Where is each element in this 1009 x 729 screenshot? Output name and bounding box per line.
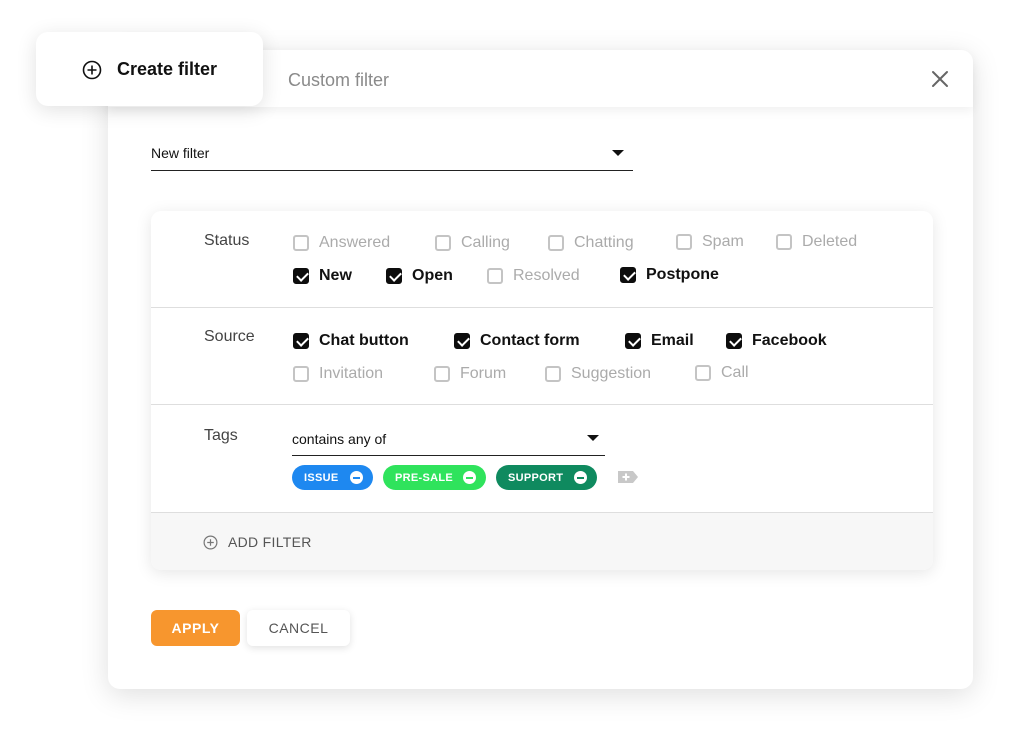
plus-circle-icon	[82, 60, 102, 80]
status-resolved-checkbox[interactable]: Resolved	[487, 267, 580, 285]
checkbox-label: Open	[412, 267, 453, 284]
plus-circle-icon	[203, 535, 218, 549]
filter-name-value: New filter	[151, 145, 210, 161]
checkbox-box[interactable]	[487, 268, 503, 284]
add-filter-section: ADD FILTER	[151, 513, 933, 570]
checkbox-box[interactable]	[454, 333, 470, 349]
checkbox-label: Call	[721, 364, 749, 381]
modal-title: Custom filter	[288, 70, 390, 90]
checkbox-label: Resolved	[513, 267, 580, 284]
checkbox-box[interactable]	[776, 234, 792, 250]
status-open-checkbox[interactable]: Open	[386, 267, 453, 285]
filter-name-select[interactable]: New filter	[151, 135, 633, 171]
source-invitation-checkbox[interactable]: Invitation	[293, 365, 383, 383]
checkbox-box[interactable]	[695, 365, 711, 381]
source-section: Source Chat button Contact form Email Fa…	[151, 308, 933, 405]
checkbox-label: Postpone	[646, 266, 719, 283]
create-filter-tab[interactable]: Create filter	[36, 32, 263, 106]
tag-chip: SUPPORT	[496, 465, 597, 490]
filter-criteria-card: Status Answered Calling Chatting Spam De…	[151, 211, 933, 570]
tags-condition-select[interactable]: contains any of	[292, 421, 605, 456]
remove-tag-icon[interactable]	[574, 471, 587, 484]
checkbox-label: Contact form	[480, 332, 580, 349]
checkbox-label: New	[319, 267, 352, 284]
checkbox-label: Calling	[461, 234, 510, 251]
checkbox-label: Chat button	[319, 332, 409, 349]
add-filter-button[interactable]: ADD FILTER	[203, 534, 312, 550]
tag-chip: ISSUE	[292, 465, 373, 490]
source-facebook-checkbox[interactable]: Facebook	[726, 332, 827, 350]
status-postpone-checkbox[interactable]: Postpone	[620, 266, 719, 284]
checkbox-label: Deleted	[802, 233, 858, 250]
apply-button[interactable]: APPLY	[151, 610, 240, 646]
status-spam-checkbox[interactable]: Spam	[676, 233, 744, 251]
checkbox-label: Facebook	[752, 332, 827, 349]
status-deleted-checkbox[interactable]: Deleted	[776, 233, 857, 251]
checkbox-label: Email	[651, 332, 694, 349]
status-calling-checkbox[interactable]: Calling	[435, 234, 510, 252]
source-contact-form-checkbox[interactable]: Contact form	[454, 332, 580, 350]
create-filter-label: Create filter	[117, 59, 218, 79]
tags-section: Tags contains any of ISSUE PRE-SALE SUPP…	[151, 405, 933, 513]
tag-label: SUPPORT	[508, 471, 564, 484]
checkbox-label: Invitation	[319, 365, 384, 382]
checkbox-box[interactable]	[620, 267, 636, 283]
source-suggestion-checkbox[interactable]: Suggestion	[545, 365, 651, 383]
status-section: Status Answered Calling Chatting Spam De…	[151, 211, 933, 308]
checkbox-box[interactable]	[545, 366, 561, 382]
checkbox-box[interactable]	[435, 235, 451, 251]
tags-label: Tags	[204, 427, 238, 444]
checkbox-label: Chatting	[574, 234, 634, 251]
checkbox-box[interactable]	[548, 235, 564, 251]
tag-chip: PRE-SALE	[383, 465, 486, 490]
status-new-checkbox[interactable]: New	[293, 267, 352, 285]
checkbox-box[interactable]	[726, 333, 742, 349]
source-call-checkbox[interactable]: Call	[695, 364, 749, 382]
remove-tag-icon[interactable]	[350, 471, 363, 484]
remove-tag-icon[interactable]	[463, 471, 476, 484]
checkbox-label: Answered	[319, 234, 391, 251]
chevron-down-icon	[587, 435, 599, 441]
source-forum-checkbox[interactable]: Forum	[434, 365, 506, 383]
checkbox-box[interactable]	[293, 268, 309, 284]
close-icon[interactable]	[929, 68, 951, 90]
checkbox-label: Forum	[460, 365, 507, 382]
checkbox-label: Suggestion	[571, 365, 652, 382]
tag-add-icon[interactable]	[616, 469, 640, 485]
checkbox-box[interactable]	[386, 268, 402, 284]
source-email-checkbox[interactable]: Email	[625, 332, 694, 350]
checkbox-box[interactable]	[676, 234, 692, 250]
tag-label: PRE-SALE	[395, 471, 454, 484]
checkbox-box[interactable]	[434, 366, 450, 382]
cancel-button[interactable]: CANCEL	[247, 610, 350, 646]
checkbox-box[interactable]	[625, 333, 641, 349]
chevron-down-icon	[612, 150, 624, 156]
checkbox-label: Spam	[702, 233, 744, 250]
checkbox-box[interactable]	[293, 333, 309, 349]
status-label: Status	[204, 232, 250, 249]
source-chat-button-checkbox[interactable]: Chat button	[293, 332, 409, 350]
checkbox-box[interactable]	[293, 235, 309, 251]
status-answered-checkbox[interactable]: Answered	[293, 234, 390, 252]
checkbox-box[interactable]	[293, 366, 309, 382]
tag-label: ISSUE	[304, 471, 339, 484]
source-label: Source	[204, 328, 255, 345]
add-filter-label: ADD FILTER	[228, 534, 312, 550]
status-chatting-checkbox[interactable]: Chatting	[548, 234, 634, 252]
tags-condition-value: contains any of	[292, 431, 387, 447]
